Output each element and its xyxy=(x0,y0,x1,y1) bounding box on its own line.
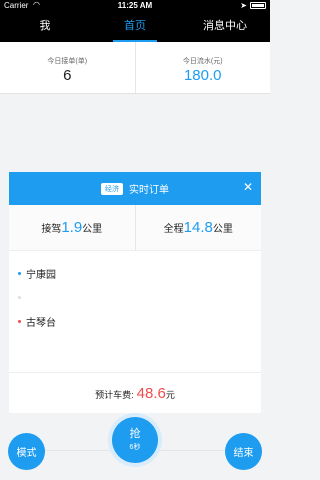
grab-label: 抢 xyxy=(129,428,141,440)
orders-label: 今日接单(单) xyxy=(47,58,88,65)
connector-dot-icon xyxy=(18,295,21,299)
end-button[interactable]: 结束 xyxy=(225,433,262,470)
distance-row: 接驾 1.9 公里 全程 14.8 公里 xyxy=(9,205,261,251)
orders-value: 6 xyxy=(63,67,72,84)
close-icon[interactable]: ✕ xyxy=(243,180,253,194)
bottom-controls: 模式 抢 6秒 结束 xyxy=(0,413,270,480)
orders-stat: 今日接单(单) 6 xyxy=(0,42,135,93)
tab-messages[interactable]: 消息中心 xyxy=(180,12,270,42)
route: 宁康园 古琴台 xyxy=(9,251,261,373)
origin-name: 宁康园 xyxy=(26,269,56,281)
battery-icon xyxy=(250,2,266,9)
status-bar: Carrier ◠ 11:25 AM ➤ xyxy=(0,0,270,12)
income-value: 180.0 xyxy=(183,67,222,84)
tab-home[interactable]: 首页 xyxy=(90,12,180,42)
ride-type-badge: 经济 xyxy=(101,182,123,195)
location-arrow-icon: ➤ xyxy=(240,1,247,10)
order-card: 经济 实时订单 ✕ 接驾 1.9 公里 全程 14.8 公里 宁康园 古琴台 预… xyxy=(9,172,261,413)
grab-order-button[interactable]: 抢 6秒 xyxy=(112,417,158,463)
grab-countdown: 6秒 xyxy=(129,444,141,451)
origin-stop: 宁康园 xyxy=(18,261,261,285)
route-connector xyxy=(18,285,261,309)
fare-label: 预计车费: xyxy=(95,390,134,400)
destination-dot-icon xyxy=(18,319,21,323)
origin-dot-icon xyxy=(18,271,21,275)
pickup-distance-value: 1.9 xyxy=(61,219,83,236)
income-label: 今日流水(元) xyxy=(182,58,223,65)
trip-distance-value: 14.8 xyxy=(183,219,213,236)
clock: 11:25 AM xyxy=(117,1,153,10)
tab-me[interactable]: 我 xyxy=(0,12,90,42)
fare-value: 48.6 xyxy=(136,385,166,402)
pickup-distance: 接驾 1.9 公里 xyxy=(9,205,135,250)
order-card-title: 实时订单 xyxy=(129,185,169,196)
income-stat: 今日流水(元) 180.0 xyxy=(134,42,271,93)
pickup-prefix: 接驾 xyxy=(41,224,62,235)
trip-distance: 全程 14.8 公里 xyxy=(134,205,262,250)
order-card-header: 经济 实时订单 ✕ xyxy=(9,172,261,205)
trip-prefix: 全程 xyxy=(163,224,184,235)
destination-stop: 古琴台 xyxy=(18,309,261,333)
fare-unit: 元 xyxy=(165,390,175,400)
destination-name: 古琴台 xyxy=(26,317,56,329)
trip-unit: 公里 xyxy=(212,224,233,235)
pickup-unit: 公里 xyxy=(82,224,103,235)
mode-button[interactable]: 模式 xyxy=(8,433,45,470)
daily-stats: 今日接单(单) 6 今日流水(元) 180.0 xyxy=(0,42,270,94)
top-nav: 我 首页 消息中心 xyxy=(0,12,270,42)
fare-row: 预计车费: 48.6 元 xyxy=(9,373,261,413)
